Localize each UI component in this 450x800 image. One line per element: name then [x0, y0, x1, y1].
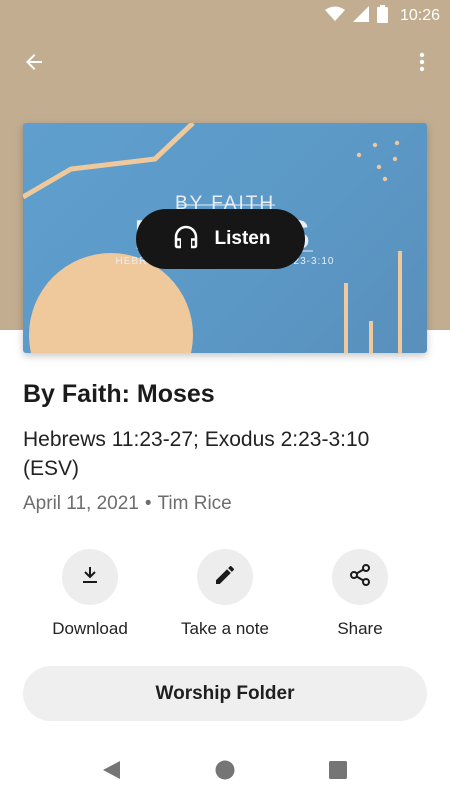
status-bar: 10:26: [0, 0, 450, 32]
status-time: 10:26: [399, 7, 440, 24]
share-button[interactable]: Share: [293, 549, 427, 639]
listen-label: Listen: [214, 228, 271, 249]
system-nav-bar: [0, 740, 450, 800]
recents-square-icon[interactable]: [326, 758, 350, 782]
share-label: Share: [337, 619, 383, 638]
more-vert-icon: [410, 50, 434, 79]
share-icon: [348, 563, 372, 592]
battery-icon: [376, 4, 388, 28]
back-triangle-icon[interactable]: [100, 758, 124, 782]
more-options-button[interactable]: [402, 44, 442, 84]
scripture-reference: Hebrews 11:23-27; Exodus 2:23-3:10 (ESV): [23, 428, 370, 480]
back-button[interactable]: [14, 44, 54, 84]
download-icon: [78, 563, 102, 592]
worship-folder-label: Worship Folder: [155, 682, 295, 704]
meta-separator: •: [144, 493, 152, 514]
share-circle[interactable]: [332, 549, 388, 605]
wifi-icon: [324, 6, 345, 27]
download-label: Download: [52, 619, 128, 638]
take-note-button[interactable]: Take a note: [158, 549, 292, 639]
download-circle[interactable]: [62, 549, 118, 605]
listen-button[interactable]: Listen: [136, 209, 305, 269]
take-note-circle[interactable]: [197, 549, 253, 605]
sermon-date: April 11, 2021: [23, 493, 139, 514]
status-icons: 10:26: [324, 4, 440, 28]
cell-signal-icon: [352, 5, 369, 27]
headphones-icon: [171, 222, 201, 257]
worship-folder-button[interactable]: Worship Folder: [23, 666, 427, 721]
sermon-title: By Faith: Moses: [23, 380, 215, 408]
take-note-label: Take a note: [181, 619, 269, 638]
home-circle-icon[interactable]: [213, 758, 237, 782]
download-button[interactable]: Download: [23, 549, 157, 639]
sermon-meta: April 11, 2021 • Tim Rice: [23, 493, 232, 515]
pencil-icon: [213, 563, 237, 592]
sermon-speaker: Tim Rice: [157, 493, 232, 514]
arrow-back-icon: [22, 50, 46, 79]
